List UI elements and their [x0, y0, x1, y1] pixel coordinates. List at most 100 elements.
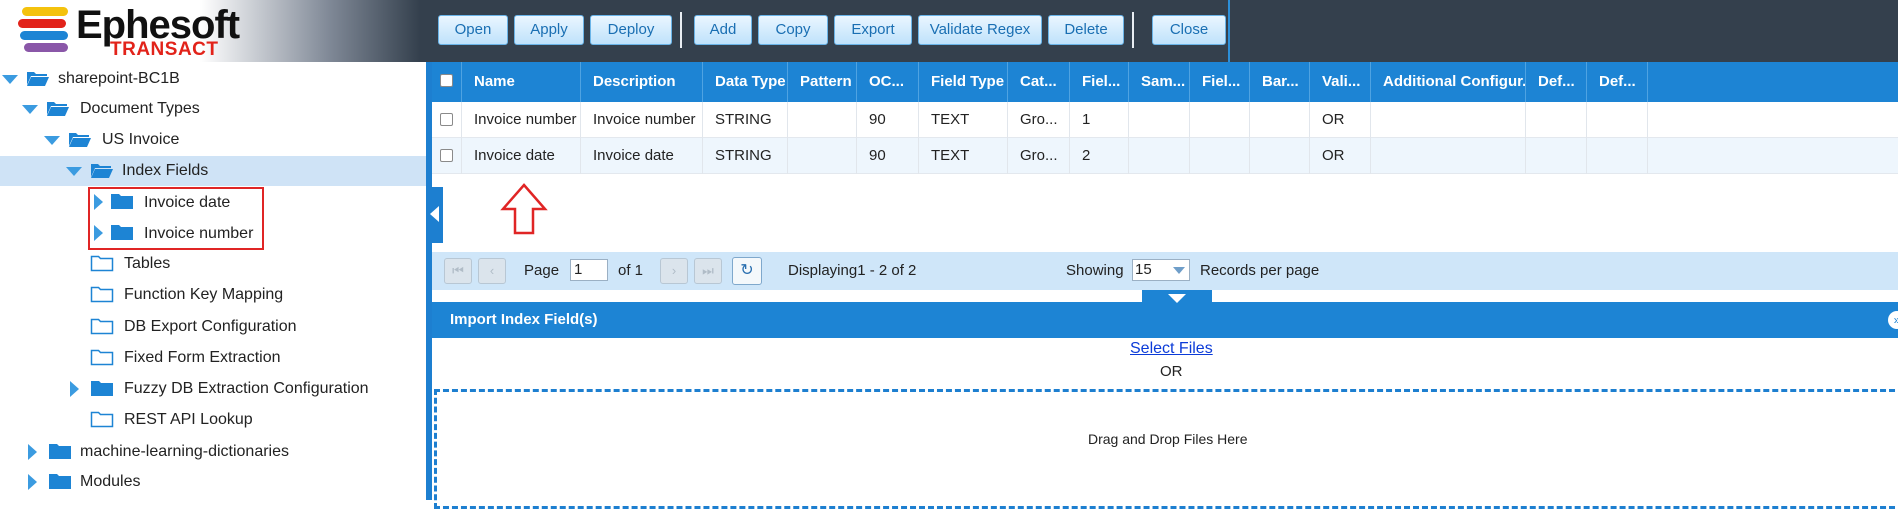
export-button[interactable]: Export [834, 15, 912, 45]
tree-node-fixed-form-extraction[interactable]: Fixed Form Extraction [0, 343, 426, 373]
expanded-arrow-icon[interactable] [22, 105, 38, 114]
cell-name[interactable]: Invoice number [462, 102, 581, 138]
tree-node-root[interactable]: sharepoint-BC1B [0, 64, 426, 94]
empty-folder-icon [90, 411, 114, 428]
collapsed-arrow-icon[interactable] [28, 444, 37, 460]
tree-node-function-key-mapping[interactable]: Function Key Mapping [0, 280, 426, 310]
cell-default[interactable] [1526, 102, 1587, 138]
collapse-left-icon[interactable] [430, 206, 439, 222]
cell-additional-config[interactable] [1371, 102, 1526, 138]
previous-page-button[interactable]: ‹ [478, 258, 506, 284]
column-header[interactable]: Description [581, 62, 703, 102]
tree-node-modules[interactable]: Modules [0, 467, 426, 497]
first-page-button[interactable]: ⏮ [444, 258, 472, 284]
refresh-icon[interactable]: ↻ [732, 257, 762, 285]
column-header[interactable]: Def... [1587, 62, 1648, 102]
tree-node-fuzzy-db-extraction[interactable]: Fuzzy DB Extraction Configuration [0, 374, 426, 404]
cell-sample[interactable] [1129, 138, 1190, 174]
column-header[interactable]: Fiel... [1190, 62, 1250, 102]
column-header[interactable]: Def... [1526, 62, 1587, 102]
cell-data-type[interactable]: STRING [703, 102, 788, 138]
tree-node-db-export-configuration[interactable]: DB Export Configuration [0, 312, 426, 342]
page-number-input[interactable]: 1 [570, 259, 608, 281]
expanded-arrow-icon[interactable] [2, 75, 18, 84]
tree-node-us-invoice[interactable]: US Invoice [0, 125, 426, 155]
apply-button[interactable]: Apply [514, 15, 584, 45]
collapsed-arrow-icon[interactable] [70, 381, 79, 397]
collapse-panel-icon[interactable]: » [1888, 311, 1898, 329]
cell-pattern[interactable] [788, 138, 857, 174]
cell-validation[interactable]: OR [1310, 138, 1371, 174]
column-header[interactable]: Fiel... [1070, 62, 1129, 102]
tree-label: Tables [124, 255, 171, 272]
column-header[interactable]: Cat... [1008, 62, 1070, 102]
chevron-down-icon[interactable] [1168, 294, 1186, 303]
cell-sample[interactable] [1129, 102, 1190, 138]
tree-node-tables[interactable]: Tables [0, 249, 426, 279]
logo-sub-text: TRANSACT [110, 39, 219, 60]
column-header[interactable]: OC... [857, 62, 919, 102]
records-per-page-label: Records per page [1200, 262, 1320, 279]
cell-field-type[interactable]: TEXT [919, 138, 1008, 174]
cell-ocr[interactable]: 90 [857, 102, 919, 138]
expanded-arrow-icon[interactable] [44, 136, 60, 145]
select-all-checkbox[interactable] [440, 74, 453, 87]
expanded-arrow-icon[interactable] [66, 167, 82, 176]
column-header[interactable]: Data Type [703, 62, 788, 102]
cell-ocr[interactable]: 90 [857, 138, 919, 174]
tree-node-rest-api-lookup[interactable]: REST API Lookup [0, 405, 426, 435]
cell-category[interactable]: Gro... [1008, 138, 1070, 174]
validate-regex-button[interactable]: Validate Regex [918, 15, 1042, 45]
row-checkbox[interactable] [440, 113, 453, 126]
column-header[interactable]: Vali... [1310, 62, 1371, 102]
chevron-down-icon [1173, 267, 1185, 274]
row-checkbox[interactable] [440, 149, 453, 162]
cell-description[interactable]: Invoice date [581, 138, 703, 174]
column-header[interactable]: Bar... [1250, 62, 1310, 102]
drop-zone[interactable] [434, 389, 1898, 509]
column-header[interactable]: Field Type [919, 62, 1008, 102]
cell-barcode[interactable] [1250, 138, 1310, 174]
last-page-button[interactable]: ⏭ [694, 258, 722, 284]
close-button[interactable]: Close [1152, 15, 1226, 45]
cell-field-order[interactable]: 2 [1070, 138, 1129, 174]
tree-label: Modules [80, 473, 141, 490]
open-button[interactable]: Open [438, 15, 508, 45]
select-files-link[interactable]: Select Files [1130, 340, 1213, 358]
cell-validation[interactable]: OR [1310, 102, 1371, 138]
add-button[interactable]: Add [694, 15, 752, 45]
cell-field[interactable] [1190, 102, 1250, 138]
table-row[interactable]: Invoice number Invoice number STRING 90 … [432, 102, 1898, 138]
delete-button[interactable]: Delete [1048, 15, 1124, 45]
table-row[interactable]: Invoice date Invoice date STRING 90 TEXT… [432, 138, 1898, 174]
cell-field[interactable] [1190, 138, 1250, 174]
copy-button[interactable]: Copy [758, 15, 828, 45]
deploy-button[interactable]: Deploy [590, 15, 672, 45]
tree-node-index-fields[interactable]: Index Fields [0, 156, 426, 186]
column-header[interactable]: Name [462, 62, 581, 102]
row-select-cell [432, 102, 462, 138]
cell-default[interactable] [1587, 102, 1648, 138]
collapsed-arrow-icon[interactable] [28, 474, 37, 490]
column-header[interactable]: Pattern [788, 62, 857, 102]
tree-node-document-types[interactable]: Document Types [0, 94, 426, 124]
cell-default[interactable] [1587, 138, 1648, 174]
records-per-page-select[interactable]: 15 [1132, 259, 1190, 281]
tree-label: Fuzzy DB Extraction Configuration [124, 380, 369, 397]
cell-pattern[interactable] [788, 102, 857, 138]
cell-category[interactable]: Gro... [1008, 102, 1070, 138]
cell-additional-config[interactable] [1371, 138, 1526, 174]
cell-data-type[interactable]: STRING [703, 138, 788, 174]
tree-node-machine-learning-dictionaries[interactable]: machine-learning-dictionaries [0, 437, 426, 467]
cell-description[interactable]: Invoice number [581, 102, 703, 138]
cell-field-type[interactable]: TEXT [919, 102, 1008, 138]
cell-default[interactable] [1526, 138, 1587, 174]
next-page-button[interactable]: › [660, 258, 688, 284]
cell-barcode[interactable] [1250, 102, 1310, 138]
column-header[interactable]: Additional Configur... [1371, 62, 1526, 102]
column-header[interactable]: Sam... [1129, 62, 1190, 102]
tree-label: Document Types [80, 100, 200, 117]
cell-name[interactable]: Invoice date [462, 138, 581, 174]
import-panel-title: Import Index Field(s) [450, 311, 598, 328]
cell-field-order[interactable]: 1 [1070, 102, 1129, 138]
